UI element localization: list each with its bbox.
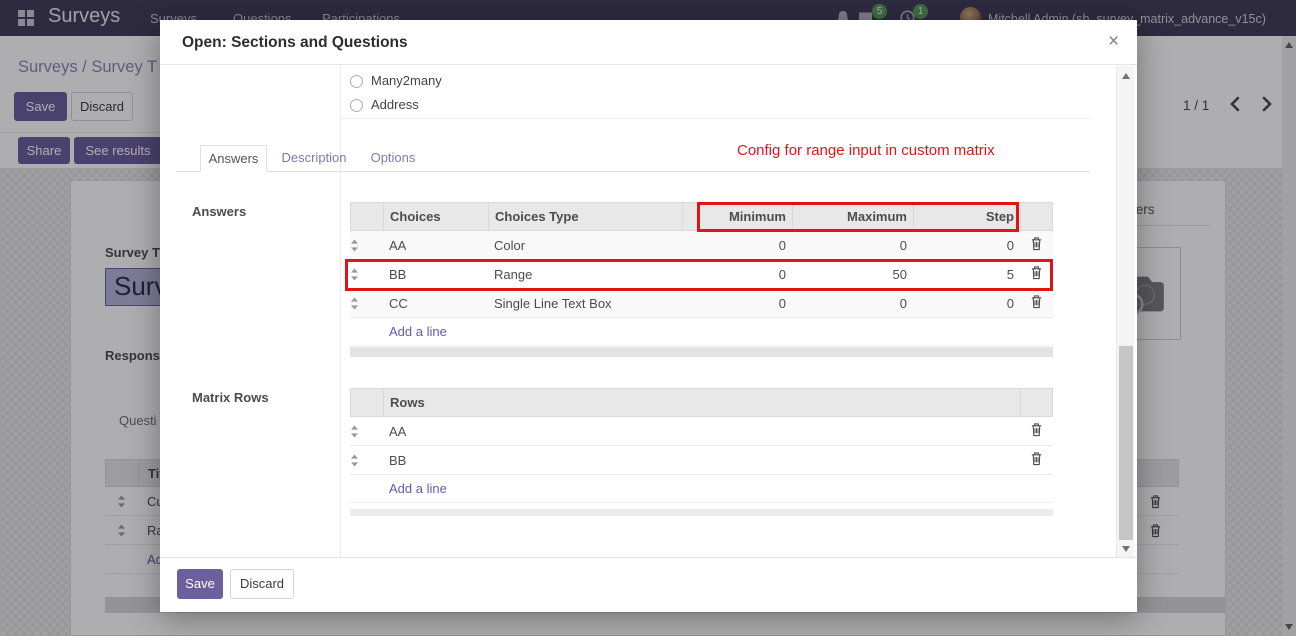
matrix-row-bb[interactable]: BB [350,446,1053,475]
trash-icon[interactable] [1020,294,1053,312]
choices-column-header[interactable]: Choices [384,203,489,230]
scrollbar-thumb[interactable] [1119,346,1133,540]
handle-column-header [351,389,384,416]
type-cell[interactable]: Color [488,238,682,253]
annotation-text: Config for range input in custom matrix [737,142,995,159]
drag-handle-icon[interactable] [350,425,383,438]
matrix-rows-section-label: Matrix Rows [192,390,269,405]
screen: Surveys Surveys Questions Participations… [0,0,1296,636]
tab-options[interactable]: Options [361,145,425,172]
scroll-up-arrow-icon[interactable] [1122,73,1130,79]
trash-icon[interactable] [1020,236,1053,254]
modal-save-button[interactable]: Save [177,569,223,599]
modal-footer: Save Discard [160,557,1137,612]
choices-type-column-header[interactable]: Choices Type [489,203,683,230]
min-cell[interactable]: 0 [682,296,792,311]
choice-cell[interactable]: BB [383,267,488,282]
add-a-line-link[interactable]: Add a line [350,475,1053,503]
min-cell[interactable]: 0 [682,267,792,282]
drag-handle-icon[interactable] [350,268,383,281]
step-column-header[interactable]: Step [914,203,1021,230]
trash-icon[interactable] [1020,265,1053,283]
radio-label: Many2many [371,73,442,88]
drag-handle-icon[interactable] [350,454,383,467]
max-cell[interactable]: 0 [792,296,913,311]
trash-column-header [1021,389,1054,416]
handle-column-header [351,203,384,230]
tab-answers[interactable]: Answers [200,145,267,172]
minimum-column-header[interactable]: Minimum [683,203,793,230]
answers-row-aa[interactable]: AA Color 0 0 0 [350,231,1053,260]
modal-discard-button[interactable]: Discard [230,569,294,599]
matrix-rows-table: Rows AA BB Add a line [350,388,1053,503]
modal-header: Open: Sections and Questions × [160,20,1137,65]
type-cell[interactable]: Range [488,267,682,282]
trash-icon[interactable] [1020,451,1053,469]
answers-table: Choices Choices Type Minimum Maximum Ste… [350,202,1053,346]
trash-icon[interactable] [1020,422,1053,440]
tab-description[interactable]: Description [277,145,351,172]
min-cell[interactable]: 0 [682,238,792,253]
step-cell[interactable]: 5 [913,267,1020,282]
modal-dialog: Open: Sections and Questions × Many2many… [160,20,1137,612]
divider [340,65,341,557]
answers-table-header: Choices Choices Type Minimum Maximum Ste… [350,202,1053,231]
radio-label: Address [371,97,419,112]
row-label-cell[interactable]: AA [383,424,1020,439]
step-cell[interactable]: 0 [913,296,1020,311]
choice-cell[interactable]: CC [383,296,488,311]
drag-handle-icon[interactable] [350,239,383,252]
add-a-line-link[interactable]: Add a line [350,318,1053,346]
max-cell[interactable]: 50 [792,267,913,282]
choice-cell[interactable]: AA [383,238,488,253]
step-cell[interactable]: 0 [913,238,1020,253]
table-footer-bar [350,509,1053,516]
row-label-cell[interactable]: BB [383,453,1020,468]
radio-icon[interactable] [350,75,363,88]
matrix-row-aa[interactable]: AA [350,417,1053,446]
answers-row-bb[interactable]: BB Range 0 50 5 [350,260,1053,289]
answers-section-label: Answers [192,204,246,219]
answers-row-cc[interactable]: CC Single Line Text Box 0 0 0 [350,289,1053,318]
drag-handle-icon[interactable] [350,297,383,310]
scroll-down-arrow-icon[interactable] [1122,546,1130,552]
modal-scrollbar[interactable] [1116,66,1134,557]
rows-column-header[interactable]: Rows [384,389,1021,416]
trash-column-header [1021,203,1054,230]
modal-title: Open: Sections and Questions [182,34,408,52]
maximum-column-header[interactable]: Maximum [793,203,914,230]
table-footer-bar [350,347,1053,357]
divider [340,118,1090,119]
type-cell[interactable]: Single Line Text Box [488,296,682,311]
matrix-table-header: Rows [350,388,1053,417]
close-icon[interactable]: × [1108,31,1119,53]
max-cell[interactable]: 0 [792,238,913,253]
radio-icon[interactable] [350,99,363,112]
